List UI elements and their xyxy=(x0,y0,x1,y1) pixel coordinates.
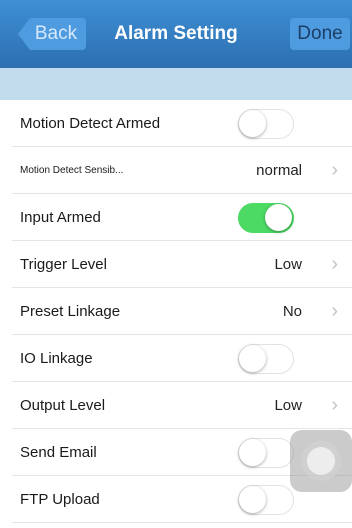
row-label: Motion Detect Armed xyxy=(20,115,161,132)
toggle-knob xyxy=(239,345,266,372)
chevron-right-icon: › xyxy=(331,159,338,181)
section-header xyxy=(0,68,352,100)
input-armed-toggle[interactable] xyxy=(238,203,294,233)
assistive-touch-center xyxy=(307,447,335,475)
row-motion-detect-sensitivity[interactable]: Motion Detect Sensib... normal › xyxy=(0,147,352,194)
row-label: Output Level xyxy=(20,397,106,414)
back-button[interactable]: Back xyxy=(18,18,86,50)
row-io-linkage: IO Linkage xyxy=(0,335,352,382)
nav-bar: Alarm Setting Back Done xyxy=(0,0,352,68)
toggle-knob xyxy=(265,204,292,231)
motion-detect-armed-toggle[interactable] xyxy=(238,109,294,139)
assistive-touch-icon[interactable] xyxy=(290,430,352,492)
row-trigger-level[interactable]: Trigger Level Low › xyxy=(0,241,352,288)
row-label: FTP Upload xyxy=(20,491,100,508)
row-label: IO Linkage xyxy=(20,350,93,367)
row-label: Input Armed xyxy=(20,209,101,226)
row-value: Low xyxy=(274,397,302,414)
toggle-knob xyxy=(239,439,266,466)
chevron-right-icon: › xyxy=(331,253,338,275)
toggle-knob xyxy=(239,110,266,137)
row-label: Preset Linkage xyxy=(20,303,121,320)
row-motion-detect-armed: Motion Detect Armed xyxy=(0,100,352,147)
row-input-armed: Input Armed xyxy=(0,194,352,241)
row-output-level[interactable]: Output Level Low › xyxy=(0,382,352,429)
row-label: Send Email xyxy=(20,444,97,461)
chevron-right-icon: › xyxy=(331,300,338,322)
row-label: Motion Detect Sensib... xyxy=(20,165,124,176)
done-button[interactable]: Done xyxy=(290,18,350,50)
send-email-toggle[interactable] xyxy=(238,438,294,468)
ftp-upload-toggle[interactable] xyxy=(238,485,294,515)
row-value: No xyxy=(282,303,302,320)
row-value: Low xyxy=(274,256,302,273)
io-linkage-toggle[interactable] xyxy=(238,344,294,374)
chevron-right-icon: › xyxy=(331,394,338,416)
toggle-knob xyxy=(239,486,266,513)
row-preset-linkage[interactable]: Preset Linkage No › xyxy=(0,288,352,335)
row-value: normal xyxy=(256,162,302,179)
row-label: Trigger Level xyxy=(20,256,107,273)
